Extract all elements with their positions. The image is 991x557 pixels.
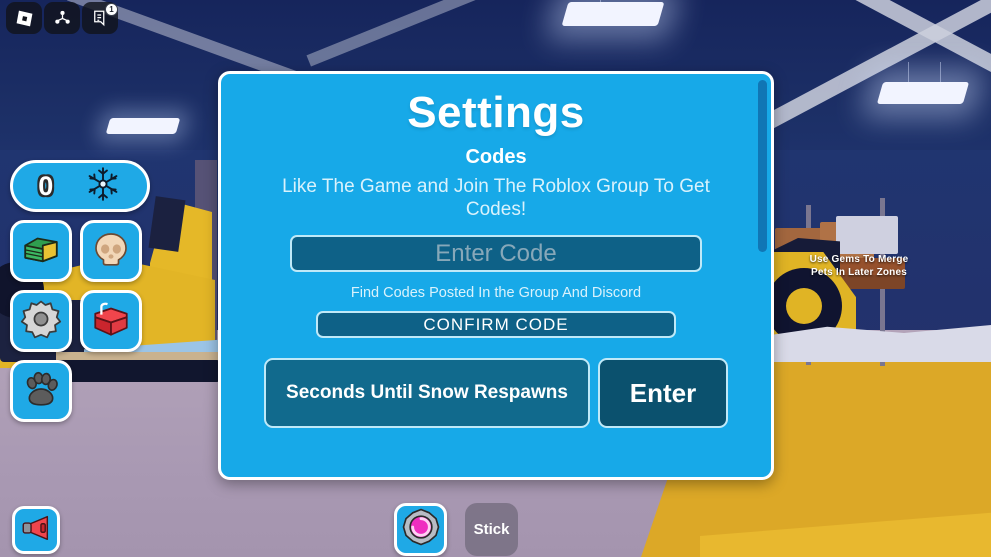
settings-button[interactable] bbox=[10, 290, 72, 352]
pets-button[interactable] bbox=[10, 360, 72, 422]
codes-note: Find Codes Posted In the Group And Disco… bbox=[350, 285, 642, 301]
seconds-until-snow-respawns-button[interactable]: Seconds Until Snow Respawns bbox=[264, 358, 590, 428]
lamp-wire bbox=[940, 62, 941, 84]
pink-spiral-icon bbox=[401, 507, 441, 552]
inventory-button[interactable] bbox=[80, 290, 142, 352]
snow-counter-value: 0 bbox=[38, 170, 54, 201]
snow-counter[interactable]: 0 bbox=[10, 160, 150, 212]
respawn-row: Seconds Until Snow Respawns Enter bbox=[221, 358, 771, 428]
ceiling-light bbox=[876, 82, 970, 104]
paw-print-icon bbox=[21, 369, 61, 414]
red-basket-icon bbox=[90, 298, 132, 345]
roblox-logo-icon[interactable] bbox=[6, 2, 42, 34]
portal-tool[interactable] bbox=[394, 503, 447, 556]
settings-panel: Settings Codes Like The Game and Join Th… bbox=[218, 71, 774, 480]
codes-subtitle: Like The Game and Join The Roblox Group … bbox=[282, 176, 710, 220]
panel-scrollbar[interactable] bbox=[758, 80, 767, 252]
skull-icon bbox=[91, 229, 131, 274]
announce-button[interactable] bbox=[12, 506, 60, 554]
stick-tool[interactable]: Stick bbox=[465, 503, 518, 556]
skull-button[interactable] bbox=[80, 220, 142, 282]
code-input[interactable] bbox=[290, 235, 702, 272]
megaphone-icon bbox=[19, 511, 53, 550]
roblox-topbar: 1 bbox=[6, 2, 118, 34]
ceiling-light bbox=[561, 2, 665, 26]
lamp-wire bbox=[908, 62, 909, 84]
friends-icon[interactable] bbox=[44, 2, 80, 34]
page-title: Settings bbox=[407, 88, 585, 137]
chat-badge-count: 1 bbox=[105, 3, 118, 16]
world-billboard-text: Use Gems To Merge Pets In Later Zones bbox=[809, 254, 909, 278]
left-hud: 0 bbox=[10, 160, 150, 422]
confirm-code-button[interactable]: CONFIRM CODE bbox=[316, 311, 676, 338]
cash-stack-icon bbox=[20, 228, 62, 275]
chat-icon[interactable]: 1 bbox=[82, 2, 118, 34]
respawn-enter-button[interactable]: Enter bbox=[598, 358, 728, 428]
stick-tool-label: Stick bbox=[473, 521, 510, 538]
money-button[interactable] bbox=[10, 220, 72, 282]
codes-section-heading: Codes bbox=[465, 146, 527, 168]
hotbar: Stick bbox=[394, 503, 518, 556]
snowflake-icon bbox=[84, 165, 122, 208]
crate bbox=[836, 216, 898, 254]
right-machine-hub bbox=[786, 288, 822, 324]
gear-icon bbox=[20, 298, 62, 345]
hud-button-grid bbox=[10, 220, 142, 422]
ceiling-light bbox=[105, 118, 181, 134]
